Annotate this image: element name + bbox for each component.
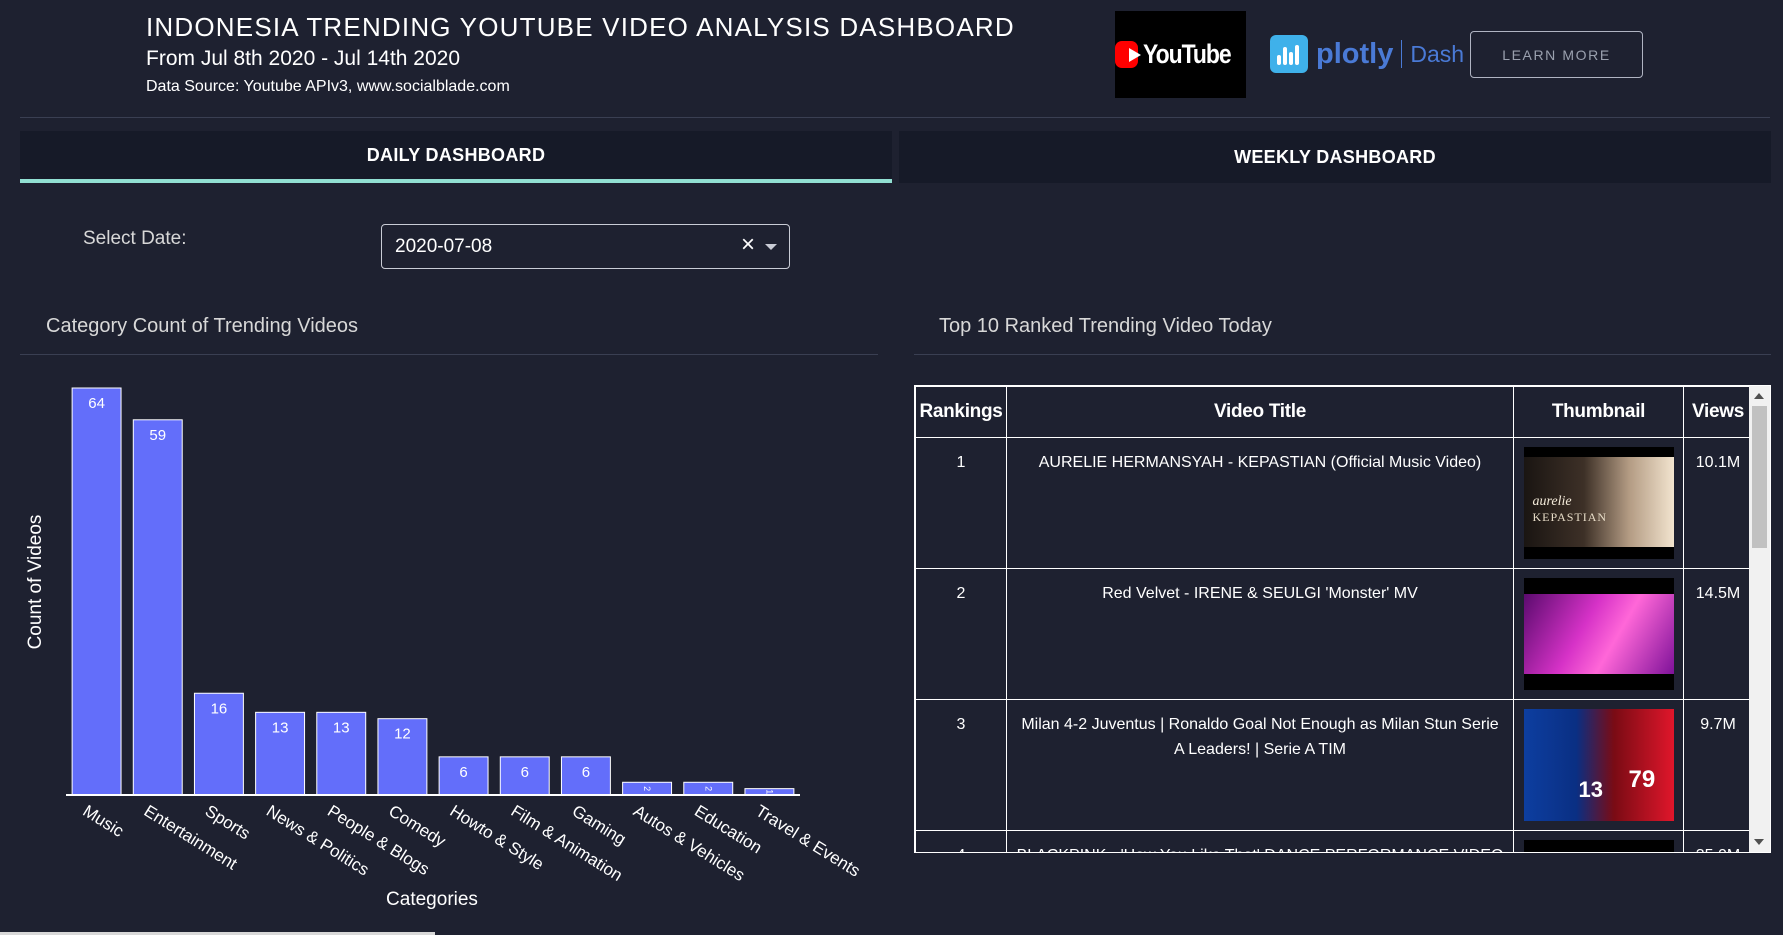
- category-bar-chart: 64Music59Entertainment16Sports13News & P…: [25, 387, 864, 910]
- bar-value-label: 16: [211, 700, 228, 717]
- column-header-views: Views: [1683, 386, 1753, 438]
- table-header-row: Rankings Video Title Thumbnail Views: [915, 386, 1753, 438]
- title-cell: Red Velvet - IRENE & SEULGI 'Monster' MV: [1006, 568, 1514, 700]
- bar-value-label: 6: [521, 764, 529, 781]
- header-divider: [20, 117, 1770, 118]
- rank-cell: 3: [915, 699, 1007, 831]
- youtube-logo-text: YouTube: [1142, 39, 1232, 69]
- bar-value-label: 2: [642, 786, 652, 791]
- thumbnail-cell: [1513, 568, 1684, 700]
- plotly-dash-logo: plotly Dash: [1270, 34, 1464, 74]
- bar-entertainment: [132, 419, 183, 796]
- top10-table: Rankings Video Title Thumbnail Views 1 A…: [915, 386, 1753, 852]
- chevron-down-icon[interactable]: [765, 244, 777, 250]
- column-header-video-title: Video Title: [1006, 386, 1514, 438]
- bar-value-label: 12: [394, 726, 411, 743]
- thumbnail-text: 13: [1578, 777, 1603, 802]
- video-thumbnail[interactable]: aurelie KEPASTIAN: [1523, 447, 1674, 559]
- page-subtitle: From Jul 8th 2020 - Jul 14th 2020: [146, 47, 461, 70]
- scrollbar-thumb[interactable]: [1752, 406, 1767, 548]
- data-source: Data Source: Youtube APIv3, www.socialbl…: [146, 78, 510, 95]
- title-cell: AURELIE HERMANSYAH - KEPASTIAN (Official…: [1006, 437, 1514, 569]
- learn-more-button[interactable]: LEARN MORE: [1470, 31, 1643, 78]
- x-tick-label: People & Blogs: [324, 801, 433, 879]
- x-axis-title: Categories: [386, 889, 478, 910]
- views-cell: 10.1M: [1683, 437, 1753, 569]
- plotly-logo-text: plotly: [1316, 37, 1394, 70]
- views-cell: 35.0M: [1683, 830, 1753, 852]
- column-header-rankings: Rankings: [915, 386, 1007, 438]
- table-row: 3 Milan 4-2 Juventus | Ronaldo Goal Not …: [915, 699, 1753, 831]
- bar-value-label: 6: [459, 764, 467, 781]
- x-tick-label: News & Politics: [263, 801, 372, 879]
- header: INDONESIA TRENDING YOUTUBE VIDEO ANALYSI…: [0, 0, 1783, 118]
- page-title: INDONESIA TRENDING YOUTUBE VIDEO ANALYSI…: [146, 12, 1015, 42]
- chart-section-title: Category Count of Trending Videos: [46, 315, 359, 337]
- views-cell: 14.5M: [1683, 568, 1753, 700]
- video-thumbnail[interactable]: [1523, 840, 1674, 852]
- table-row: 2 Red Velvet - IRENE & SEULGI 'Monster' …: [915, 568, 1753, 700]
- bar-music: [71, 387, 122, 796]
- x-tick-label: Travel & Events: [752, 801, 863, 880]
- column-header-thumbnail: Thumbnail: [1513, 386, 1684, 438]
- table-row: 1 AURELIE HERMANSYAH - KEPASTIAN (Offici…: [915, 437, 1753, 569]
- youtube-logo: YouTube: [1115, 11, 1246, 98]
- views-cell: 9.7M: [1683, 699, 1753, 831]
- rank-cell: 4: [915, 830, 1007, 852]
- chart-section-divider: [20, 354, 878, 355]
- scroll-down-icon[interactable]: [1754, 839, 1764, 845]
- table-section-title: Top 10 Ranked Trending Video Today: [939, 315, 1272, 337]
- dash-logo-text: Dash: [1410, 40, 1465, 67]
- thumbnail-cell: [1513, 830, 1684, 852]
- table-scrollbar[interactable]: [1749, 386, 1770, 852]
- thumbnail-text: 79: [1628, 766, 1656, 793]
- tab-daily-dashboard[interactable]: DAILY DASHBOARD: [20, 131, 892, 183]
- bar-value-label: 13: [272, 719, 289, 736]
- scroll-up-icon[interactable]: [1754, 393, 1764, 399]
- table-row: 4 BLACKPINK - 'How You Like That' DANCE …: [915, 830, 1753, 852]
- y-axis-title: Count of Videos: [25, 515, 46, 650]
- video-thumbnail[interactable]: 13 79: [1523, 709, 1674, 821]
- x-tick-label: Autos & Vehicles: [630, 801, 748, 885]
- thumbnail-cell: aurelie KEPASTIAN: [1513, 437, 1684, 569]
- bar-value-label: 13: [333, 719, 350, 736]
- clear-icon[interactable]: ×: [741, 231, 755, 259]
- bar-value-label: 64: [88, 395, 105, 412]
- video-thumbnail[interactable]: [1523, 578, 1674, 690]
- logo-separator: [1401, 40, 1403, 68]
- title-cell: BLACKPINK - 'How You Like That' DANCE PE…: [1006, 830, 1514, 852]
- title-cell: Milan 4-2 Juventus | Ronaldo Goal Not En…: [1006, 699, 1514, 831]
- bar-value-label: 59: [149, 427, 166, 444]
- tab-weekly-dashboard[interactable]: WEEKLY DASHBOARD: [899, 131, 1771, 183]
- plotly-icon: [1270, 35, 1308, 73]
- thumbnail-cell: 13 79: [1513, 699, 1684, 831]
- thumbnail-text: KEPASTIAN: [1532, 510, 1608, 524]
- date-dropdown[interactable]: 2020-07-08 ×: [381, 224, 790, 269]
- rank-cell: 1: [915, 437, 1007, 569]
- select-date-label: Select Date:: [83, 228, 187, 249]
- x-tick-label: Music: [79, 801, 127, 841]
- bar-value-label: 1: [764, 789, 774, 794]
- rank-cell: 2: [915, 568, 1007, 700]
- table-section-divider: [914, 354, 1771, 355]
- youtube-play-icon: [1115, 41, 1141, 68]
- date-dropdown-value: 2020-07-08: [395, 236, 493, 257]
- bar-value-label: 2: [703, 786, 713, 791]
- bar-value-label: 6: [582, 764, 590, 781]
- top10-table-container[interactable]: Rankings Video Title Thumbnail Views 1 A…: [914, 385, 1771, 853]
